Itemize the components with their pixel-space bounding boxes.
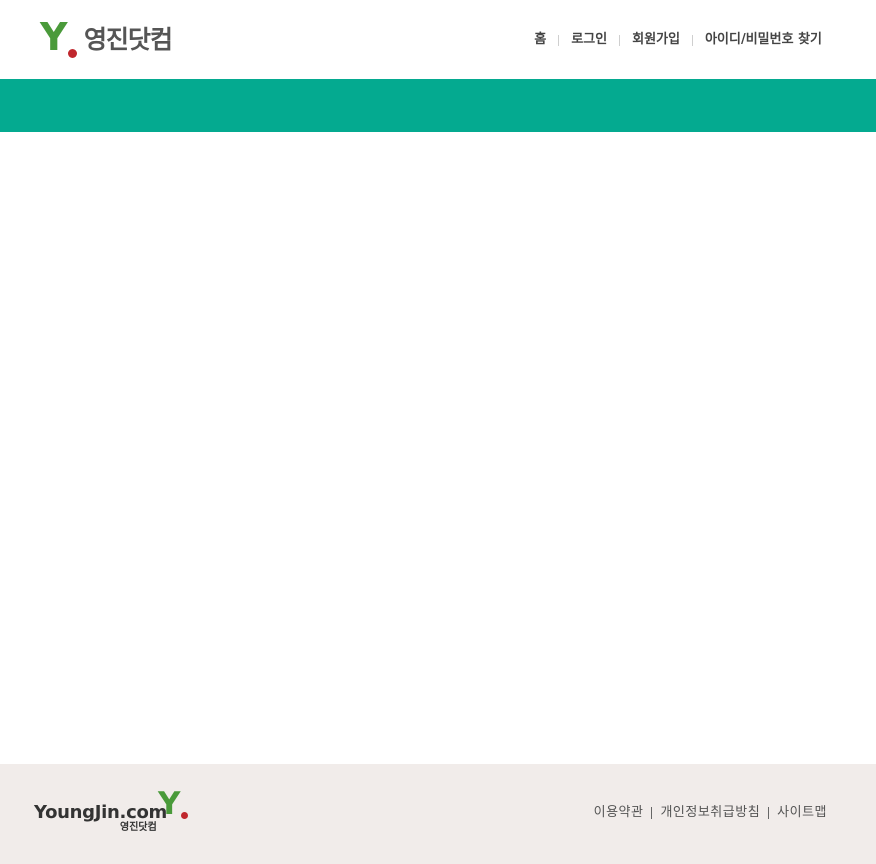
green-banner xyxy=(0,79,876,132)
nav-divider xyxy=(692,34,694,46)
footer-terms-link[interactable]: 이용약관 xyxy=(594,804,644,822)
logo-mark-letter: Y xyxy=(40,15,68,59)
footer-logo-dot xyxy=(181,812,188,819)
logo-dot xyxy=(68,49,77,58)
footer-privacy-link[interactable]: 개인정보취급방침 xyxy=(660,804,760,822)
footer-logo-mark-letter: Y xyxy=(158,786,181,822)
nav-login-link[interactable]: 로그인 xyxy=(571,30,607,50)
footer-nav: 이용약관 개인정보취급방침 사이트맵 xyxy=(594,804,827,822)
site-header: Y 영진닷컴 홈 로그인 회원가입 아이디/비밀번호 찾기 xyxy=(0,0,876,79)
nav-home-link[interactable]: 홈 xyxy=(534,30,546,50)
footer-sitemap-link[interactable]: 사이트맵 xyxy=(777,804,827,822)
logo-mark-icon: Y xyxy=(40,17,78,59)
page: Y 영진닷컴 홈 로그인 회원가입 아이디/비밀번호 찾기 YoungJin.c… xyxy=(0,0,876,864)
footer-brand-en: YoungJin.com xyxy=(34,802,167,823)
footer-logo-mark-icon: Y xyxy=(158,786,194,824)
site-logo[interactable]: Y 영진닷컴 xyxy=(40,17,173,60)
site-footer: YoungJin.com 영진닷컴 Y 이용약관 개인정보취급방침 사이트맵 xyxy=(0,764,876,864)
nav-signup-link[interactable]: 회원가입 xyxy=(632,30,680,50)
nav-divider xyxy=(619,34,621,46)
logo-text: 영진닷컴 xyxy=(84,25,173,54)
nav-divider xyxy=(558,34,560,46)
top-nav: 홈 로그인 회원가입 아이디/비밀번호 찾기 xyxy=(534,30,822,50)
footer-divider xyxy=(768,807,770,819)
footer-divider xyxy=(651,807,653,819)
footer-brand-ko: 영진닷컴 xyxy=(120,822,157,833)
footer-logo[interactable]: YoungJin.com 영진닷컴 Y xyxy=(34,786,194,840)
main-content xyxy=(0,132,876,764)
nav-find-account-link[interactable]: 아이디/비밀번호 찾기 xyxy=(705,30,822,50)
